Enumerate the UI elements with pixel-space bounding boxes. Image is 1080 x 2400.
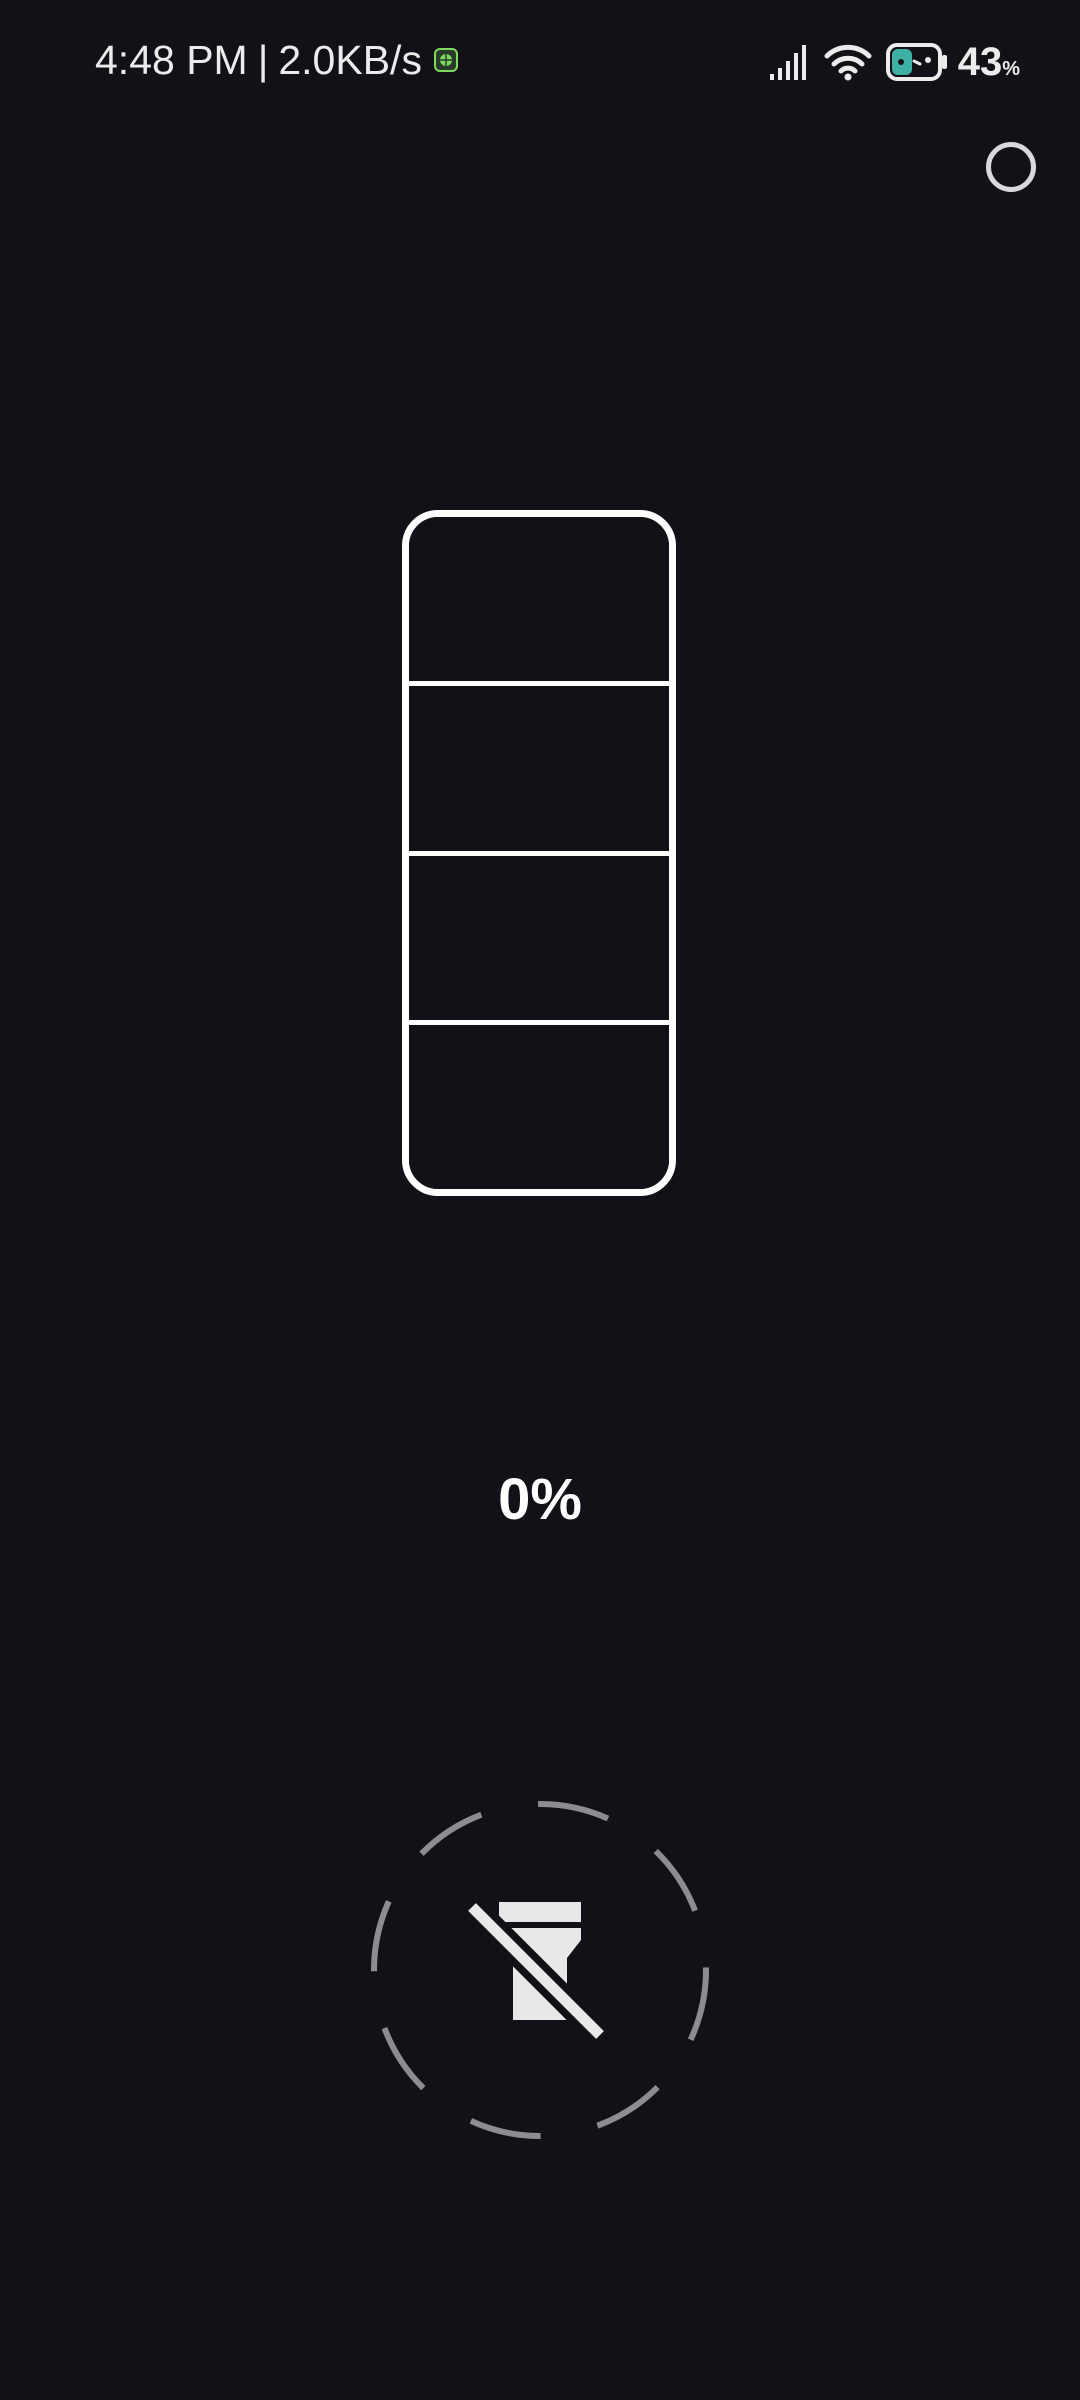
signal-icon <box>769 44 810 80</box>
battery-icon <box>885 43 948 81</box>
status-time: 4:48 PM <box>95 36 248 83</box>
brightness-percentage: 0% <box>498 1467 582 1532</box>
flashlight-toggle-button[interactable] <box>368 1798 712 2142</box>
flashlight-off-icon <box>462 1897 610 2045</box>
battery-unit: % <box>1002 58 1020 80</box>
level-segment[interactable] <box>409 517 669 687</box>
vpn-icon <box>433 48 458 72</box>
battery-percentage: 43% <box>958 42 1020 82</box>
status-bar: 4:48 PM | 2.0KB/s 43% <box>0 0 1080 120</box>
battery-value: 43 <box>957 40 1003 84</box>
network-speed: 2.0KB/s <box>278 36 422 83</box>
level-segment[interactable] <box>409 1024 669 1189</box>
wifi-icon <box>824 43 872 81</box>
status-left: 4:48 PM | 2.0KB/s <box>95 34 458 86</box>
flashlight-ring <box>371 1801 709 2139</box>
circle-outline-icon[interactable] <box>986 142 1036 192</box>
level-segment[interactable] <box>409 855 669 1025</box>
brightness-level-meter[interactable] <box>402 510 676 1196</box>
status-right: 43% <box>769 34 1020 90</box>
status-separator: | <box>257 36 269 83</box>
level-segment[interactable] <box>409 686 669 856</box>
